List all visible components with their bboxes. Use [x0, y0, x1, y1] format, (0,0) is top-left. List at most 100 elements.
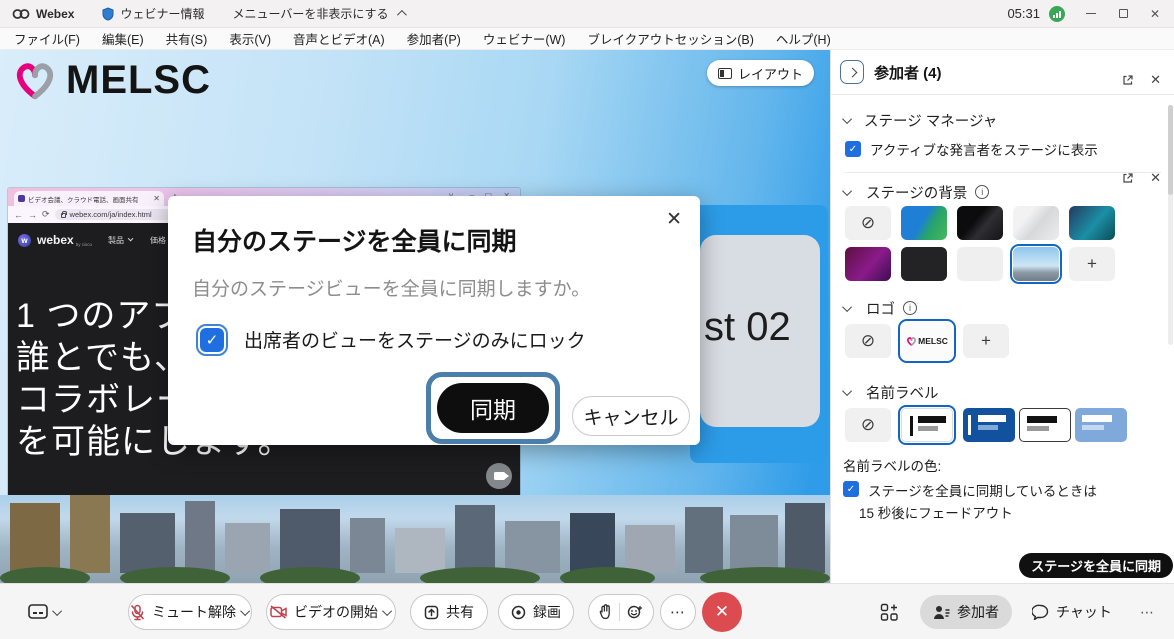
name-label-style-light-plain[interactable]	[1019, 408, 1071, 442]
menu-file[interactable]: ファイル(F)	[14, 29, 80, 48]
browser-tab[interactable]: ビデオ会議、クラウド電話、画面共有 ✕	[14, 191, 164, 206]
maximize-button[interactable]	[1108, 1, 1138, 27]
layout-button[interactable]: レイアウト	[707, 60, 814, 86]
start-video-button[interactable]: ビデオの開始	[266, 594, 396, 630]
building	[395, 528, 445, 573]
stage-manager-collapse-icon[interactable]	[842, 114, 852, 124]
popout-panel-icon[interactable]	[1122, 74, 1134, 86]
share-button[interactable]: 共有	[410, 594, 488, 630]
trees	[420, 567, 540, 583]
menu-audio-video[interactable]: 音声とビデオ(A)	[293, 29, 385, 48]
bg-option-black[interactable]	[901, 247, 947, 281]
menu-share[interactable]: 共有(S)	[166, 29, 208, 48]
dialog-body: 自分のステージビューを全員に同期しますか。	[192, 274, 590, 301]
site-nav-products[interactable]: 製品	[108, 235, 124, 246]
collapse-panel-button[interactable]	[840, 60, 864, 84]
building	[685, 507, 723, 573]
lock-view-checkbox[interactable]: ✓	[200, 328, 224, 352]
back-icon[interactable]: ←	[14, 210, 23, 220]
active-speaker-checkbox-label: アクティブな発言者をステージに表示	[870, 139, 1098, 159]
site-nav-pricing[interactable]: 価格	[150, 235, 166, 246]
check-icon: ✓	[847, 484, 855, 495]
panel-scrollbar[interactable]	[1168, 105, 1173, 345]
background-info-icon[interactable]: i	[975, 185, 989, 199]
dialog-close-icon[interactable]: ✕	[666, 208, 682, 231]
bg-option-teal[interactable]	[1069, 206, 1115, 240]
menu-edit[interactable]: 編集(E)	[102, 29, 144, 48]
logo-section-collapse-icon[interactable]	[842, 302, 852, 312]
menu-view[interactable]: 表示(V)	[229, 29, 271, 48]
bg-option-green-blue[interactable]	[901, 206, 947, 240]
reactions-button[interactable]	[588, 594, 654, 630]
chevron-down-icon	[240, 606, 250, 616]
logo-info-icon[interactable]: i	[903, 301, 917, 315]
video-thumbnail-button[interactable]	[486, 463, 512, 489]
building	[185, 501, 215, 573]
menu-participants[interactable]: 参加者(P)	[407, 29, 461, 48]
background-section-collapse-icon[interactable]	[842, 186, 852, 196]
bg-option-dark[interactable]	[957, 206, 1003, 240]
name-label-style-accent-bar[interactable]	[901, 408, 953, 442]
menu-help[interactable]: ヘルプ(H)	[776, 29, 831, 48]
chevron-down-icon	[52, 606, 62, 616]
bg-option-light-gray[interactable]	[957, 247, 1003, 281]
forward-icon[interactable]: →	[28, 210, 37, 220]
sync-button[interactable]: 同期	[437, 383, 549, 433]
more-options-button[interactable]: ⋯	[660, 594, 696, 630]
logo-option-add-button[interactable]: +	[963, 324, 1009, 358]
chevron-down-icon	[382, 606, 392, 616]
minimize-button[interactable]	[1076, 1, 1106, 27]
tab-close-icon[interactable]: ✕	[153, 194, 160, 203]
emoji-reaction-icon	[627, 604, 643, 620]
active-speaker-checkbox[interactable]: ✓	[845, 141, 861, 157]
bg-option-city-selected[interactable]	[1013, 247, 1059, 281]
reload-icon[interactable]: ⟳	[42, 209, 50, 220]
dialog-title: 自分のステージを全員に同期	[192, 222, 517, 258]
captions-button[interactable]	[28, 594, 62, 630]
bg-option-add-button[interactable]: +	[1069, 247, 1115, 281]
fade-out-label-line1: ステージを全員に同期しているときは	[868, 480, 1097, 500]
fade-out-checkbox[interactable]: ✓	[843, 481, 859, 497]
close-panel-icon[interactable]: ✕	[1150, 72, 1161, 88]
webex-site-brand: webex	[37, 233, 74, 247]
building	[280, 509, 340, 573]
name-label-style-dark-blue[interactable]	[963, 408, 1015, 442]
logo-option-melsc-selected[interactable]: MELSC	[901, 322, 953, 360]
building	[455, 505, 495, 573]
leave-meeting-button[interactable]: ✕	[702, 592, 742, 632]
apps-grid-icon	[880, 603, 899, 622]
chat-button[interactable]: チャット	[1032, 594, 1112, 630]
bg-option-none[interactable]: ⊘	[845, 206, 891, 240]
layout-button-label: レイアウト	[738, 64, 803, 83]
name-label-none[interactable]: ⊘	[845, 408, 891, 442]
menu-breakout[interactable]: ブレイクアウトセッション(B)	[587, 29, 753, 48]
menu-webinar[interactable]: ウェビナー(W)	[483, 29, 566, 48]
webinar-info-button[interactable]: ウェビナー情報	[102, 5, 204, 22]
logo-section-title: ロゴ	[866, 298, 895, 319]
hide-menubar-button[interactable]: メニューバーを非表示にする	[232, 5, 403, 22]
logo-option-none[interactable]: ⊘	[845, 324, 891, 358]
none-icon: ⊘	[861, 213, 875, 233]
cancel-button-label: キャンセル	[583, 403, 678, 430]
connection-quality-icon[interactable]	[1048, 5, 1066, 23]
share-label: 共有	[446, 602, 474, 622]
sync-button-label: 同期	[470, 391, 516, 425]
record-button[interactable]: 録画	[498, 594, 574, 630]
name-label-style-translucent[interactable]	[1075, 408, 1127, 442]
captions-icon	[28, 604, 48, 620]
cancel-button[interactable]: キャンセル	[572, 396, 690, 436]
webex-window: Webex ウェビナー情報 メニューバーを非表示にする 05:31 ✕ ファイル…	[0, 0, 1174, 639]
bg-option-silver[interactable]	[1013, 206, 1059, 240]
participants-toggle-button[interactable]: 参加者	[920, 595, 1012, 629]
more-panels-button[interactable]: ⋯	[1140, 594, 1154, 630]
maximize-icon	[1119, 9, 1128, 18]
participant-video-tile[interactable]: st 02	[690, 205, 828, 463]
bg-option-purple[interactable]	[845, 247, 891, 281]
apps-button[interactable]	[880, 594, 899, 630]
unmute-button[interactable]: ミュート解除	[128, 594, 252, 630]
lock-view-checkbox-label: 出席者のビューをステージのみにロック	[244, 326, 586, 353]
close-window-button[interactable]: ✕	[1140, 1, 1170, 27]
name-label-section-collapse-icon[interactable]	[842, 386, 852, 396]
sync-button-focus-ring: 同期	[426, 372, 560, 444]
meeting-timer: 05:31	[1007, 6, 1040, 21]
